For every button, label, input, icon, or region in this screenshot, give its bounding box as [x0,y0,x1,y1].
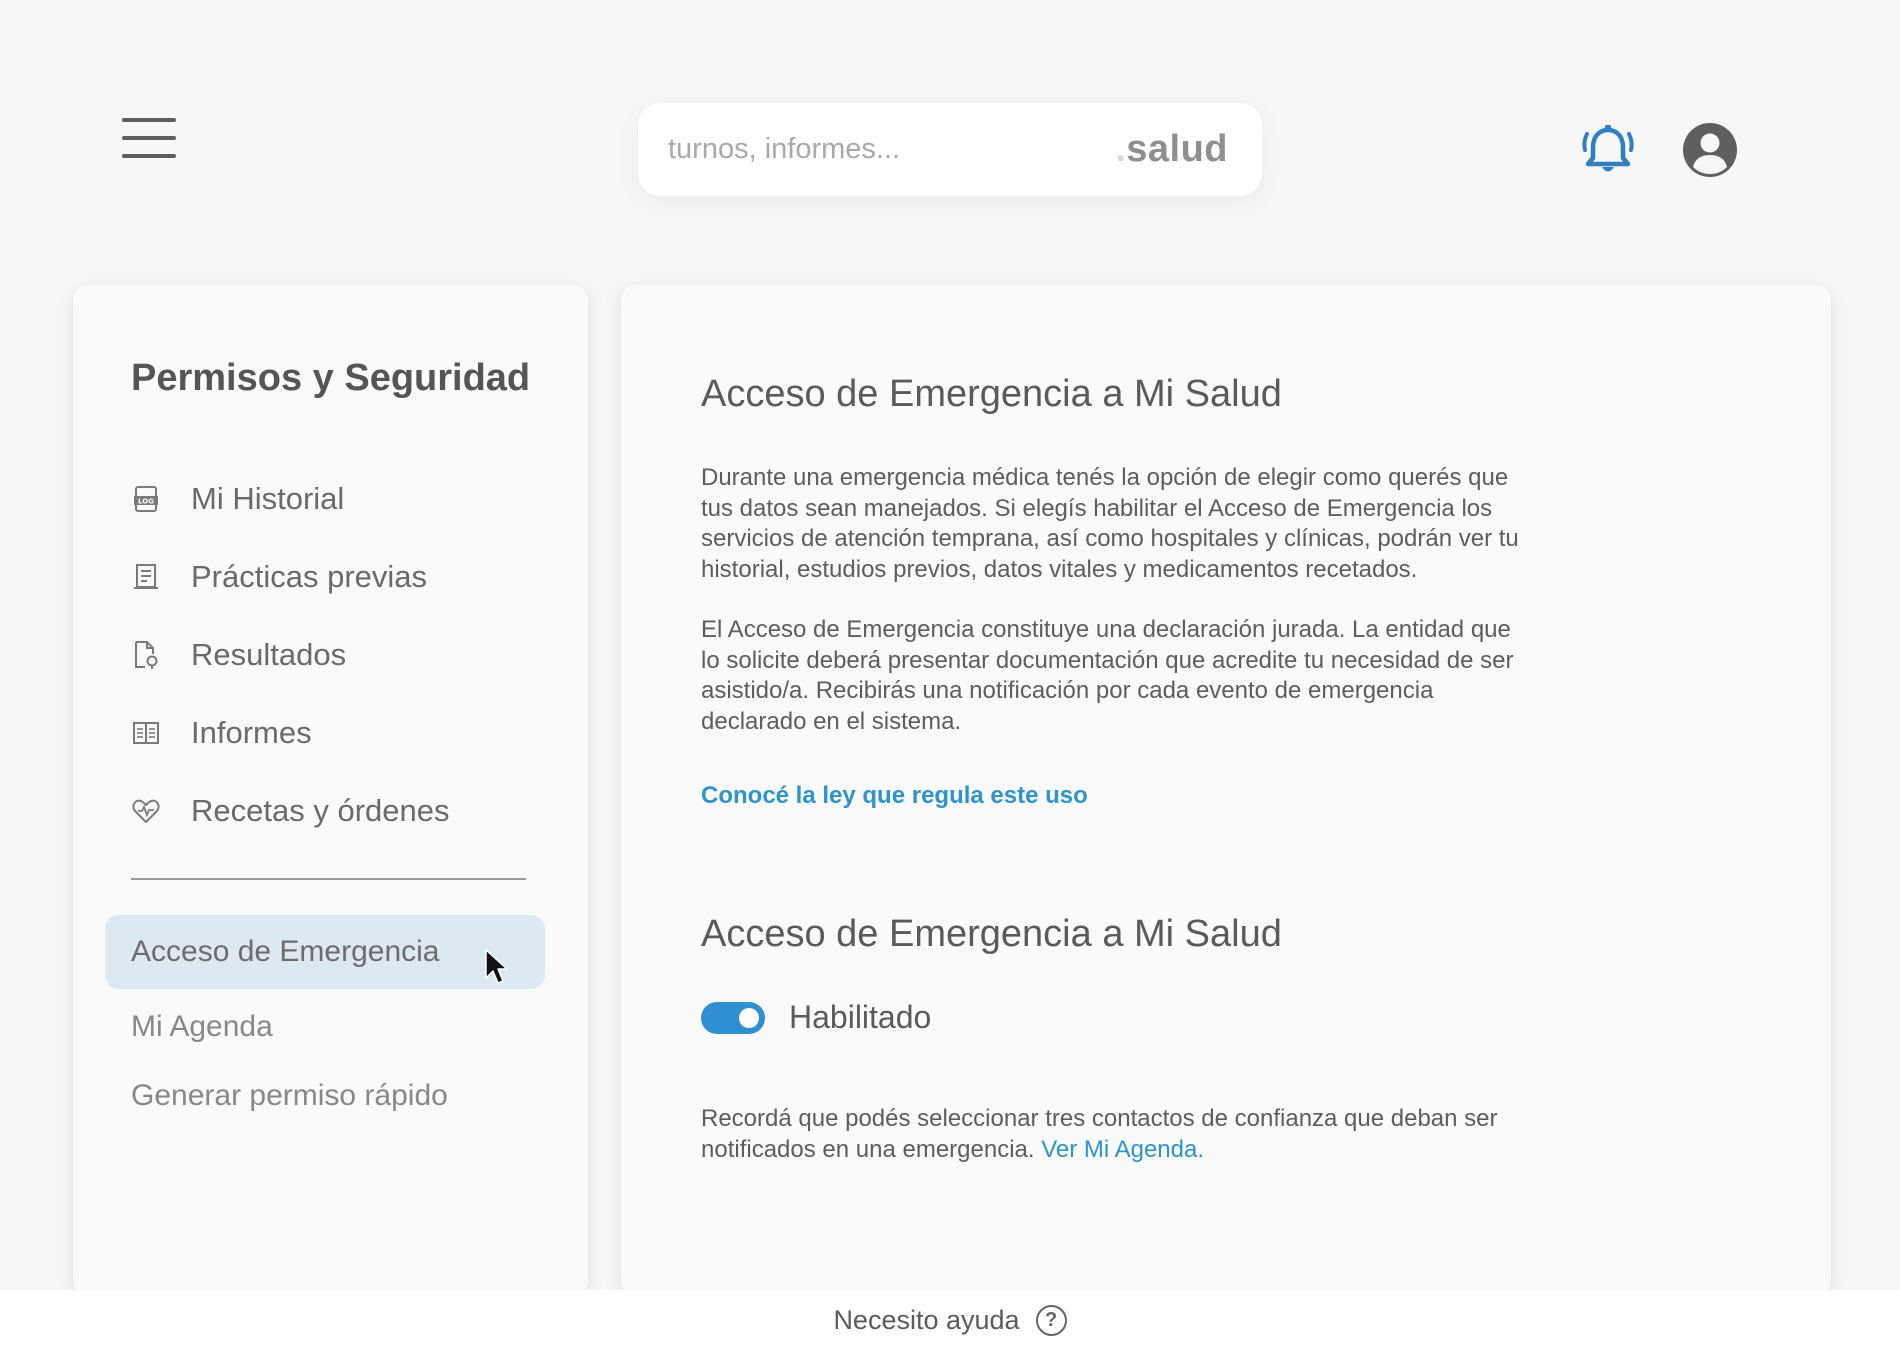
sidebar-item-acceso-de-emergencia[interactable]: Acceso de Emergencia [105,915,545,989]
mouse-cursor-icon [485,949,508,984]
search-input[interactable] [668,133,1116,166]
file-search-icon [131,640,161,670]
book-icon [131,718,161,748]
sidebar-item-generar-permiso-rapido[interactable]: Generar permiso rápido [105,1059,545,1133]
ver-mi-agenda-link[interactable]: Ver Mi Agenda. [1041,1136,1204,1163]
question-circle-icon: ? [1035,1305,1067,1336]
sidebar-nav: LOG Mi Historial Prácticas previas Resul… [131,460,449,850]
toggle-label: Habilitado [789,999,932,1035]
main-card: Acceso de Emergencia a Mi Salud Durante … [621,285,1831,1295]
footer: Necesito ayuda ? [0,1290,1900,1351]
sidebar-card: Permisos y Seguridad LOG Mi Historial Pr… [73,285,588,1295]
page-title: Acceso de Emergencia a Mi Salud [701,373,1282,415]
sidebar-item-practicas-previas[interactable]: Prácticas previas [131,538,449,616]
svg-text:LOG: LOG [138,498,154,506]
description-paragraph-1: Durante una emergencia médica tenés la o… [701,464,1519,583]
emergency-access-toggle[interactable] [701,1001,765,1034]
sidebar-divider [131,878,526,880]
log-document-icon: LOG [131,484,161,514]
heart-pulse-icon [131,796,161,826]
bell-icon[interactable] [1578,120,1638,180]
list-document-icon [131,562,161,592]
sidebar-item-informes[interactable]: Informes [131,694,449,772]
sidebar-title: Permisos y Seguridad [131,357,531,399]
agenda-note: Recordá que podés seleccionar tres conta… [701,1105,1498,1163]
search-bar: .salud [638,103,1262,196]
user-avatar-icon[interactable] [1682,122,1738,178]
app-page: .salud Permisos y Seguridad LOG Mi Histo… [0,0,1900,1351]
sidebar-item-recetas-y-ordenes[interactable]: Recetas y órdenes [131,772,449,850]
sidebar-item-mi-agenda[interactable]: Mi Agenda [105,990,545,1064]
law-link[interactable]: Conocé la ley que regula este uso [701,782,1088,810]
toggle-row: Habilitado [701,999,931,1036]
help-label: Necesito ayuda [833,1305,1020,1335]
hamburger-menu-icon[interactable] [122,118,176,160]
toggle-knob [739,1007,759,1028]
help-button[interactable]: Necesito ayuda ? [833,1305,1067,1336]
description-paragraph-2: El Acceso de Emergencia constituye una d… [701,616,1514,735]
sidebar-item-mi-historial[interactable]: LOG Mi Historial [131,460,449,538]
section-title: Acceso de Emergencia a Mi Salud [701,913,1282,955]
brand-logo: .salud [1115,128,1228,170]
sidebar-item-resultados[interactable]: Resultados [131,616,449,694]
